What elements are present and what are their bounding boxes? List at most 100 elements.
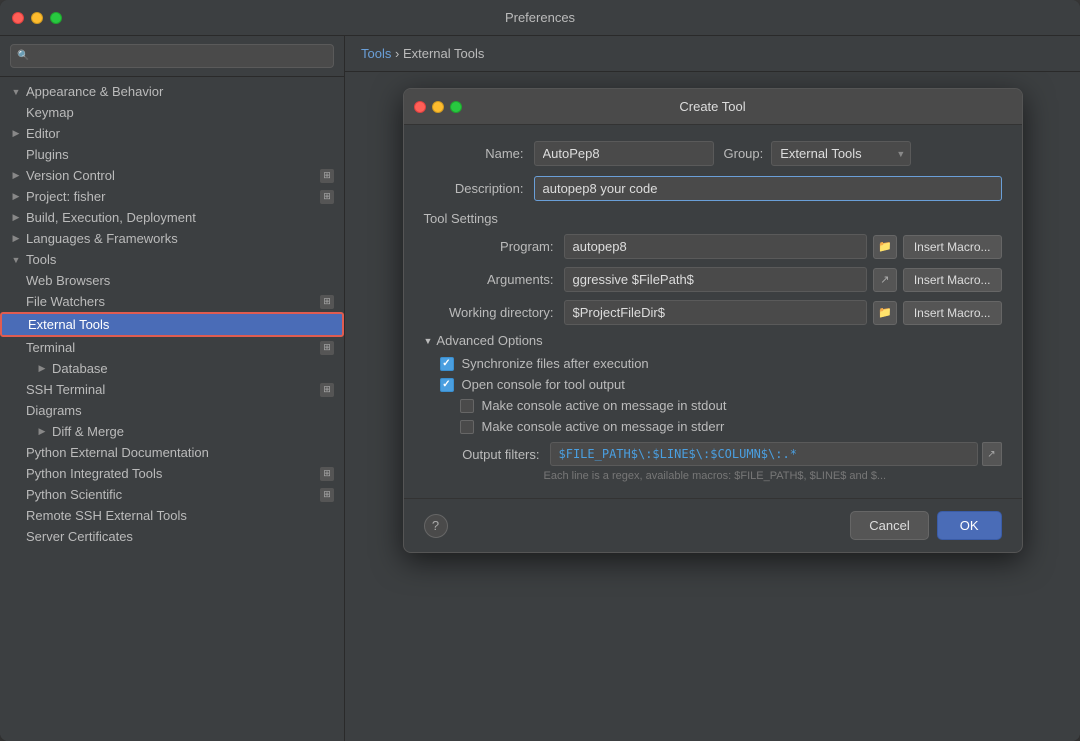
sidebar-item-label: Plugins — [26, 147, 69, 162]
sidebar-item-diagrams[interactable]: Diagrams — [0, 400, 344, 421]
sidebar-item-remote-ssh[interactable]: Remote SSH External Tools — [0, 505, 344, 526]
make-active-stderr-checkbox[interactable] — [460, 420, 474, 434]
chevron-right-icon: ▶ — [10, 233, 22, 245]
main-content: ▼ Appearance & Behavior Keymap ▶ Editor … — [0, 36, 1080, 741]
badge-icon: ⊞ — [320, 190, 334, 204]
description-label: Description: — [424, 181, 534, 196]
search-wrapper — [10, 44, 334, 68]
sidebar-item-terminal[interactable]: Terminal ⊞ — [0, 337, 344, 358]
sidebar-item-ssh-terminal[interactable]: SSH Terminal ⊞ — [0, 379, 344, 400]
sidebar-item-label: Editor — [26, 126, 60, 141]
breadcrumb: Tools › External Tools — [345, 36, 1080, 72]
group-select[interactable]: External Tools — [771, 141, 911, 166]
dialog-maximize-button[interactable] — [450, 101, 462, 113]
group-label: Group: — [724, 146, 764, 161]
ok-button[interactable]: OK — [937, 511, 1002, 540]
arguments-row: Arguments: ↗ Insert Macro... — [424, 267, 1002, 292]
sidebar-item-label: Build, Execution, Deployment — [26, 210, 196, 225]
arguments-insert-macro-button[interactable]: Insert Macro... — [903, 268, 1002, 292]
name-input[interactable] — [534, 141, 714, 166]
sidebar-item-languages[interactable]: ▶ Languages & Frameworks — [0, 228, 344, 249]
sidebar-item-plugins[interactable]: Plugins — [0, 144, 344, 165]
sidebar-item-editor[interactable]: ▶ Editor — [0, 123, 344, 144]
main-panel: Tools › External Tools Create Tool — [345, 36, 1080, 741]
help-button[interactable]: ? — [424, 514, 448, 538]
minimize-button[interactable] — [31, 12, 43, 24]
badge-icon: ⊞ — [320, 295, 334, 309]
sidebar-item-database[interactable]: ▶ Database — [0, 358, 344, 379]
program-insert-macro-button[interactable]: Insert Macro... — [903, 235, 1002, 259]
chevron-right-icon: ▶ — [10, 128, 22, 140]
open-console-label: Open console for tool output — [462, 377, 625, 392]
working-dir-input-wrapper: 📁 Insert Macro... — [564, 300, 1002, 325]
sidebar-item-external-tools[interactable]: External Tools — [0, 312, 344, 337]
sidebar-item-label: File Watchers — [26, 294, 105, 309]
output-filters-input[interactable] — [550, 442, 978, 466]
chevron-right-icon: ▶ — [10, 212, 22, 224]
sidebar-item-label: Keymap — [26, 105, 74, 120]
program-folder-button[interactable]: 📁 — [873, 235, 897, 259]
chevron-right-icon: ▶ — [10, 170, 22, 182]
sidebar-item-label: Version Control — [26, 168, 115, 183]
working-dir-input[interactable] — [564, 300, 867, 325]
arguments-input[interactable] — [564, 267, 867, 292]
sidebar: ▼ Appearance & Behavior Keymap ▶ Editor … — [0, 36, 345, 741]
badge-icon: ⊞ — [320, 488, 334, 502]
dialog-close-button[interactable] — [414, 101, 426, 113]
program-input-wrapper: 📁 Insert Macro... — [564, 234, 1002, 259]
search-input[interactable] — [10, 44, 334, 68]
sync-files-label: Synchronize files after execution — [462, 356, 649, 371]
sidebar-item-build[interactable]: ▶ Build, Execution, Deployment — [0, 207, 344, 228]
sidebar-item-label: SSH Terminal — [26, 382, 105, 397]
sidebar-item-web-browsers[interactable]: Web Browsers — [0, 270, 344, 291]
sidebar-item-appearance[interactable]: ▼ Appearance & Behavior — [0, 81, 344, 102]
titlebar: Preferences — [0, 0, 1080, 36]
maximize-button[interactable] — [50, 12, 62, 24]
sidebar-item-label: Database — [52, 361, 108, 376]
sidebar-item-label: Web Browsers — [26, 273, 110, 288]
make-active-stdout-checkbox[interactable] — [460, 399, 474, 413]
sync-files-row: Synchronize files after execution — [424, 356, 1002, 371]
output-filters-expand-button[interactable]: ↗ — [982, 442, 1002, 466]
sidebar-item-label: Remote SSH External Tools — [26, 508, 187, 523]
breadcrumb-root[interactable]: Tools — [361, 46, 391, 61]
description-input[interactable] — [534, 176, 1002, 201]
breadcrumb-current: External Tools — [403, 46, 484, 61]
sidebar-item-python-ext-docs[interactable]: Python External Documentation — [0, 442, 344, 463]
working-dir-insert-macro-button[interactable]: Insert Macro... — [903, 301, 1002, 325]
dialog-title: Create Tool — [679, 99, 745, 114]
dialog-footer: ? Cancel OK — [404, 498, 1022, 552]
sidebar-item-keymap[interactable]: Keymap — [0, 102, 344, 123]
sidebar-item-tools[interactable]: ▼ Tools — [0, 249, 344, 270]
program-input[interactable] — [564, 234, 867, 259]
window-title: Preferences — [505, 10, 575, 25]
sidebar-item-file-watchers[interactable]: File Watchers ⊞ — [0, 291, 344, 312]
tool-settings-header: Tool Settings — [424, 211, 1002, 226]
sidebar-item-version-control[interactable]: ▶ Version Control ⊞ — [0, 165, 344, 186]
arguments-expand-button[interactable]: ↗ — [873, 268, 897, 292]
sidebar-item-server-certs[interactable]: Server Certificates — [0, 526, 344, 547]
group-row: Group: External Tools — [724, 141, 912, 166]
sidebar-item-diff-merge[interactable]: ▶ Diff & Merge — [0, 421, 344, 442]
advanced-options-header[interactable]: ▼ Advanced Options — [424, 333, 1002, 348]
sidebar-item-label: Project: fisher — [26, 189, 105, 204]
sidebar-item-label: Terminal — [26, 340, 75, 355]
sidebar-item-python-int-tools[interactable]: Python Integrated Tools ⊞ — [0, 463, 344, 484]
sidebar-item-label: Python External Documentation — [26, 445, 209, 460]
close-button[interactable] — [12, 12, 24, 24]
make-active-stderr-row: Make console active on message in stderr — [424, 419, 1002, 434]
badge-icon: ⊞ — [320, 169, 334, 183]
working-dir-label: Working directory: — [424, 305, 564, 320]
dialog-traffic-lights — [414, 101, 462, 113]
sync-files-checkbox[interactable] — [440, 357, 454, 371]
sidebar-item-python-scientific[interactable]: Python Scientific ⊞ — [0, 484, 344, 505]
sidebar-item-label: Languages & Frameworks — [26, 231, 178, 246]
sidebar-item-project[interactable]: ▶ Project: fisher ⊞ — [0, 186, 344, 207]
badge-icon: ⊞ — [320, 341, 334, 355]
cancel-button[interactable]: Cancel — [850, 511, 928, 540]
chevron-down-icon: ▼ — [10, 254, 22, 266]
dialog-minimize-button[interactable] — [432, 101, 444, 113]
make-active-stdout-row: Make console active on message in stdout — [424, 398, 1002, 413]
working-dir-folder-button[interactable]: 📁 — [873, 301, 897, 325]
open-console-checkbox[interactable] — [440, 378, 454, 392]
